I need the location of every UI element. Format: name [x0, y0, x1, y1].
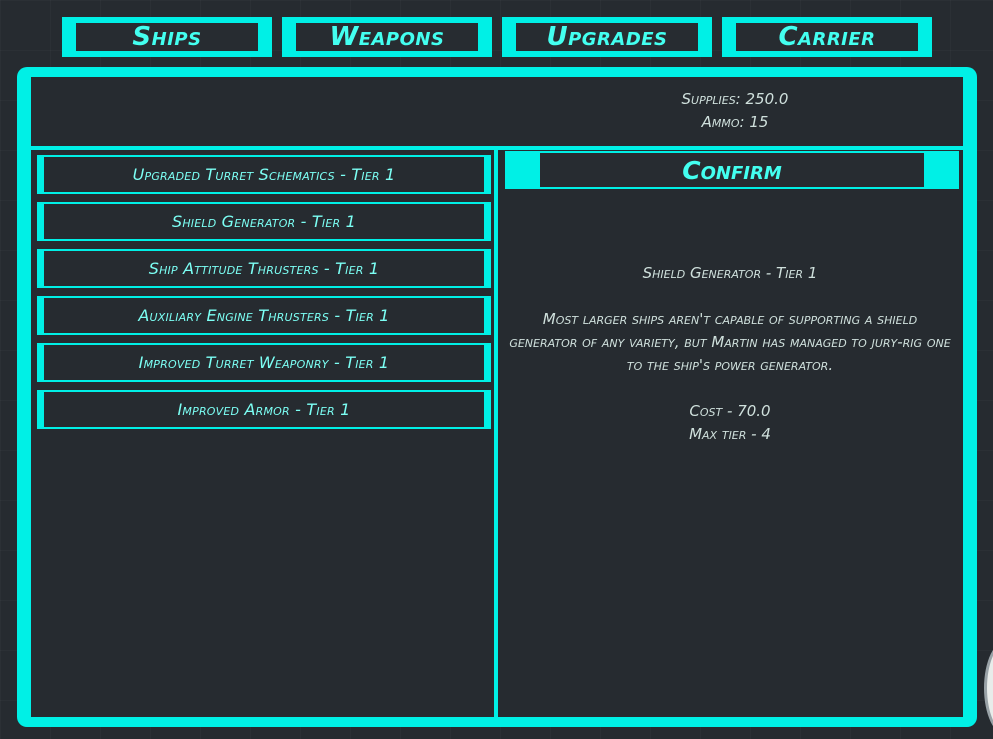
confirm-button[interactable]: Confirm	[505, 151, 959, 189]
upgrade-item-label: Auxiliary Engine Thrusters - Tier 1	[138, 306, 390, 325]
detail-title: Shield Generator - Tier 1	[642, 264, 818, 282]
upgrade-item-attitude-thrusters[interactable]: Ship Attitude Thrusters - Tier 1	[37, 249, 491, 288]
column-divider	[494, 150, 498, 718]
tab-carrier[interactable]: Carrier	[722, 17, 932, 57]
upgrade-item-label: Shield Generator - Tier 1	[171, 212, 357, 231]
upgrade-item-label: Improved Turret Weaponry - Tier 1	[138, 353, 390, 372]
upgrade-item-improved-armor[interactable]: Improved Armor - Tier 1	[37, 390, 491, 429]
upgrade-item-engine-thrusters[interactable]: Auxiliary Engine Thrusters - Tier 1	[37, 296, 491, 335]
tab-carrier-label: Carrier	[778, 22, 876, 52]
detail-cost: Cost - 70.0	[689, 402, 771, 420]
tab-upgrades[interactable]: Upgrades	[502, 17, 712, 57]
upgrade-item-turret-weaponry[interactable]: Improved Turret Weaponry - Tier 1	[37, 343, 491, 382]
tab-weapons-label: Weapons	[329, 22, 445, 52]
detail-max-tier: Max tier - 4	[689, 425, 771, 443]
tab-upgrades-label: Upgrades	[546, 22, 668, 52]
tab-weapons[interactable]: Weapons	[282, 17, 492, 57]
upgrade-item-label: Ship Attitude Thrusters - Tier 1	[148, 259, 380, 278]
upgrade-item-label: Upgraded Turret Schematics - Tier 1	[132, 165, 396, 184]
upgrade-item-label: Improved Armor - Tier 1	[177, 400, 351, 419]
tab-ships[interactable]: Ships	[62, 17, 272, 57]
upgrade-item-shield-generator[interactable]: Shield Generator - Tier 1	[37, 202, 491, 241]
confirm-button-label: Confirm	[682, 155, 782, 185]
upgrade-details: Shield Generator - Tier 1 Most larger sh…	[505, 262, 955, 446]
detail-description: Most larger ships aren't capable of supp…	[509, 310, 951, 374]
resources-display: Supplies: 250.0 Ammo: 15	[600, 88, 870, 134]
supplies-value: Supplies: 250.0	[681, 90, 789, 108]
upgrade-item-turret-schematics[interactable]: Upgraded Turret Schematics - Tier 1	[37, 155, 491, 194]
ammo-value: Ammo: 15	[701, 113, 769, 131]
tab-ships-label: Ships	[132, 22, 202, 52]
